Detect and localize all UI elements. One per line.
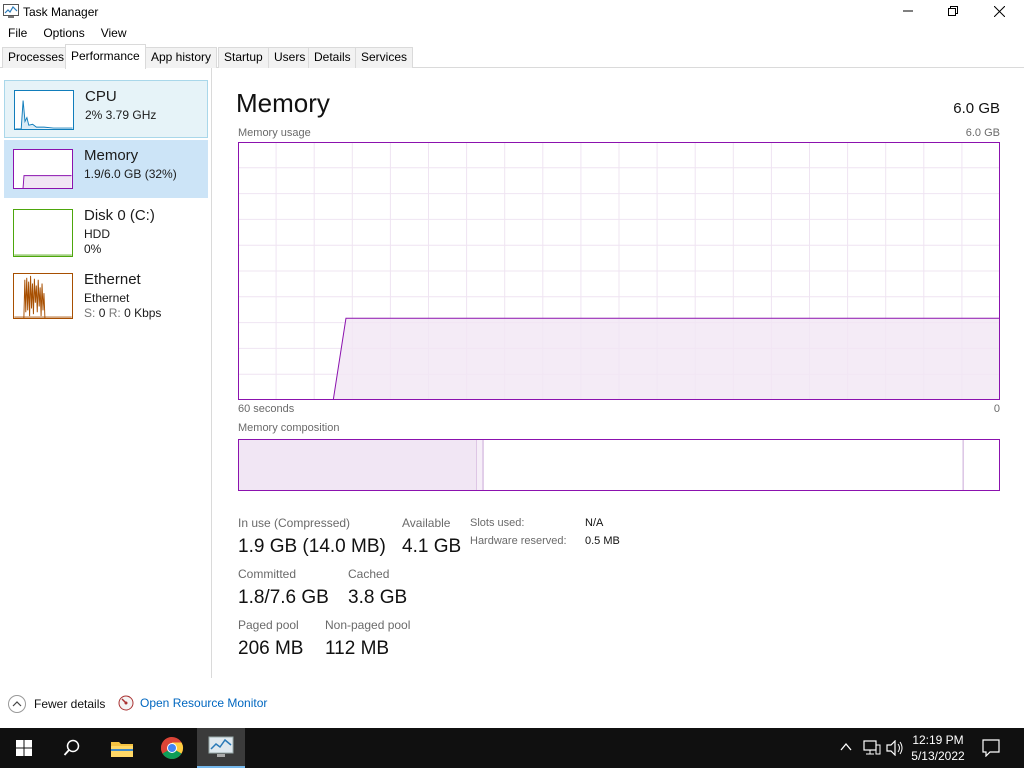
in-use-label: In use (Compressed) — [238, 516, 351, 530]
sidebar-memory-name: Memory — [84, 147, 139, 164]
disk-mini-graph — [13, 209, 73, 257]
non-paged-pool-value: 112 MB — [325, 638, 390, 659]
minimize-button[interactable] — [885, 0, 931, 22]
chrome-button[interactable] — [148, 728, 196, 768]
task-manager-window: Task Manager File Options View Processes… — [0, 0, 1024, 728]
footer: Fewer details Open Resource Monitor — [0, 690, 400, 718]
menu-bar: File Options View — [0, 24, 135, 42]
tab-performance[interactable]: Performance — [65, 44, 146, 69]
chrome-icon — [161, 737, 183, 759]
network-icon[interactable] — [863, 740, 881, 756]
tab-services[interactable]: Services — [355, 47, 414, 68]
composition-in-use-segment — [238, 439, 477, 491]
paged-pool-label: Paged pool — [238, 618, 299, 632]
committed-label: Committed — [238, 567, 297, 581]
memory-usage-graph — [238, 142, 1000, 400]
system-tray: 12:19 PM 5/13/2022 — [836, 728, 1024, 768]
tab-startup[interactable]: Startup — [218, 47, 269, 68]
sidebar-item-cpu[interactable]: CPU 2% 3.79 GHz — [4, 80, 208, 138]
time-axis-end: 0 — [993, 403, 1000, 415]
tab-details[interactable]: Details — [308, 47, 357, 68]
memory-usage-label: Memory usage — [238, 127, 311, 139]
ethernet-mini-graph — [13, 273, 73, 319]
sidebar-ethernet-adapter: Ethernet — [84, 291, 130, 305]
task-manager-taskbar-button[interactable] — [197, 728, 245, 768]
sidebar-item-disk[interactable]: Disk 0 (C:) HDD 0% — [4, 200, 208, 258]
non-paged-pool-label: Non-paged pool — [325, 618, 411, 632]
restore-button[interactable] — [930, 0, 976, 22]
task-manager-app-icon — [3, 4, 19, 18]
in-use-value: 1.9 GB (14.0 MB) — [238, 536, 386, 557]
chevron-up-icon[interactable] — [840, 742, 852, 752]
send-prefix: S: — [84, 306, 96, 320]
time-axis-start: 60 seconds — [238, 403, 295, 415]
folder-icon — [111, 742, 133, 757]
start-button[interactable] — [0, 728, 48, 768]
cached-label: Cached — [348, 567, 390, 581]
available-value: 4.1 GB — [402, 536, 462, 557]
notifications-icon[interactable] — [982, 739, 1000, 757]
resource-sidebar: CPU 2% 3.79 GHz Memory 1.9/6.0 GB (32%) … — [0, 68, 212, 678]
sidebar-item-memory[interactable]: Memory 1.9/6.0 GB (32%) — [4, 140, 208, 198]
sidebar-cpu-usage: 2% 3.79 GHz — [85, 108, 157, 122]
memory-mini-graph — [13, 149, 73, 189]
memory-usage-max: 6.0 GB — [965, 127, 1000, 139]
slots-used-label: Slots used: — [470, 517, 525, 529]
sidebar-cpu-name: CPU — [85, 88, 117, 105]
sidebar-disk-name: Disk 0 (C:) — [84, 207, 155, 224]
menu-file[interactable]: File — [0, 24, 35, 42]
tab-app-history[interactable]: App history — [145, 47, 218, 68]
windows-logo-icon — [16, 740, 32, 756]
chevron-up-icon — [8, 695, 26, 713]
close-icon — [993, 5, 1005, 17]
send-value: 0 — [98, 306, 106, 320]
search-button[interactable] — [48, 728, 96, 768]
clock-date: 5/13/2022 — [911, 749, 965, 763]
taskbar: 12:19 PM 5/13/2022 — [0, 728, 1024, 768]
sidebar-ethernet-throughput: S: 0 R: 0 Kbps — [84, 306, 161, 320]
sidebar-ethernet-name: Ethernet — [84, 271, 141, 288]
memory-composition-label: Memory composition — [238, 422, 340, 434]
hardware-reserved-label: Hardware reserved: — [470, 535, 567, 547]
paged-pool-value: 206 MB — [238, 638, 304, 659]
title-bar[interactable]: Task Manager — [0, 0, 1024, 22]
available-label: Available — [402, 516, 451, 530]
committed-value: 1.8/7.6 GB — [238, 587, 329, 608]
open-resource-monitor-link[interactable]: Open Resource Monitor — [118, 695, 267, 711]
composition-modified-segment — [476, 439, 484, 491]
resource-monitor-icon — [118, 695, 134, 711]
slots-used-value: N/A — [585, 517, 604, 529]
page-title: Memory — [236, 88, 330, 118]
receive-value: 0 Kbps — [124, 306, 162, 320]
menu-view[interactable]: View — [93, 24, 135, 42]
fewer-details-label: Fewer details — [34, 697, 106, 711]
memory-total: 6.0 GB — [953, 100, 1000, 117]
clock-time: 12:19 PM — [912, 733, 964, 747]
memory-usage-area — [238, 318, 1000, 400]
sidebar-memory-usage: 1.9/6.0 GB (32%) — [84, 167, 177, 181]
close-button[interactable] — [976, 0, 1022, 22]
sidebar-disk-type: HDD — [84, 227, 110, 241]
receive-prefix: R: — [108, 306, 121, 320]
minimize-icon — [903, 10, 913, 12]
tab-users[interactable]: Users — [268, 47, 312, 68]
file-explorer-button[interactable] — [98, 728, 146, 768]
search-icon — [63, 739, 80, 756]
fewer-details-button[interactable]: Fewer details — [8, 695, 105, 713]
memory-composition-bar — [238, 439, 1000, 491]
taskbar-clock[interactable]: 12:19 PM 5/13/2022 — [898, 728, 978, 764]
sidebar-disk-usage: 0% — [84, 242, 102, 256]
task-manager-icon — [208, 736, 234, 757]
window-title: Task Manager — [23, 5, 99, 19]
cpu-mini-graph — [14, 90, 74, 130]
menu-options[interactable]: Options — [35, 24, 92, 42]
sidebar-item-ethernet[interactable]: Ethernet Ethernet S: 0 R: 0 Kbps — [4, 264, 208, 322]
open-resource-monitor-label: Open Resource Monitor — [140, 696, 268, 710]
hardware-reserved-value: 0.5 MB — [585, 535, 620, 547]
restore-icon — [948, 6, 958, 16]
tab-processes[interactable]: Processes — [2, 47, 71, 68]
cached-value: 3.8 GB — [348, 587, 408, 608]
tab-strip: Processes Performance App history Startu… — [0, 44, 1024, 69]
